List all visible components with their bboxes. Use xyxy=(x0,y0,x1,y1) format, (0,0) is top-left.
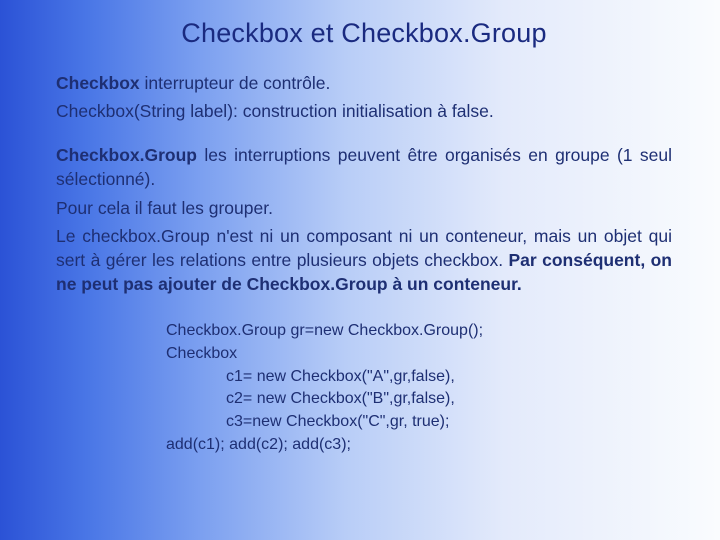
slide: Checkbox et Checkbox.Group Checkbox inte… xyxy=(0,0,720,540)
text: interrupteur de contrôle. xyxy=(140,73,331,93)
slide-title: Checkbox et Checkbox.Group xyxy=(56,18,672,49)
code-line: Checkbox xyxy=(166,343,672,366)
paragraph-checkbox-ctor: Checkbox(String label): construction ini… xyxy=(56,99,672,123)
term-checkbox-group: Checkbox.Group xyxy=(56,145,197,165)
code-line: c3=new Checkbox("C",gr, true); xyxy=(166,411,672,434)
code-block: Checkbox.Group gr=new Checkbox.Group(); … xyxy=(166,320,672,456)
code-line: Checkbox.Group gr=new Checkbox.Group(); xyxy=(166,320,672,343)
paragraph-explanation: Le checkbox.Group n'est ni un composant … xyxy=(56,224,672,296)
code-line: add(c1); add(c2); add(c3); xyxy=(166,434,672,457)
code-line: c1= new Checkbox("A",gr,false), xyxy=(166,366,672,389)
spacer xyxy=(56,127,672,143)
code-line: c2= new Checkbox("B",gr,false), xyxy=(166,388,672,411)
paragraph-checkbox-intro: Checkbox interrupteur de contrôle. xyxy=(56,71,672,95)
paragraph-grouping: Pour cela il faut les grouper. xyxy=(56,196,672,220)
term-checkbox: Checkbox xyxy=(56,73,140,93)
paragraph-checkboxgroup-intro: Checkbox.Group les interruptions peuvent… xyxy=(56,143,672,191)
